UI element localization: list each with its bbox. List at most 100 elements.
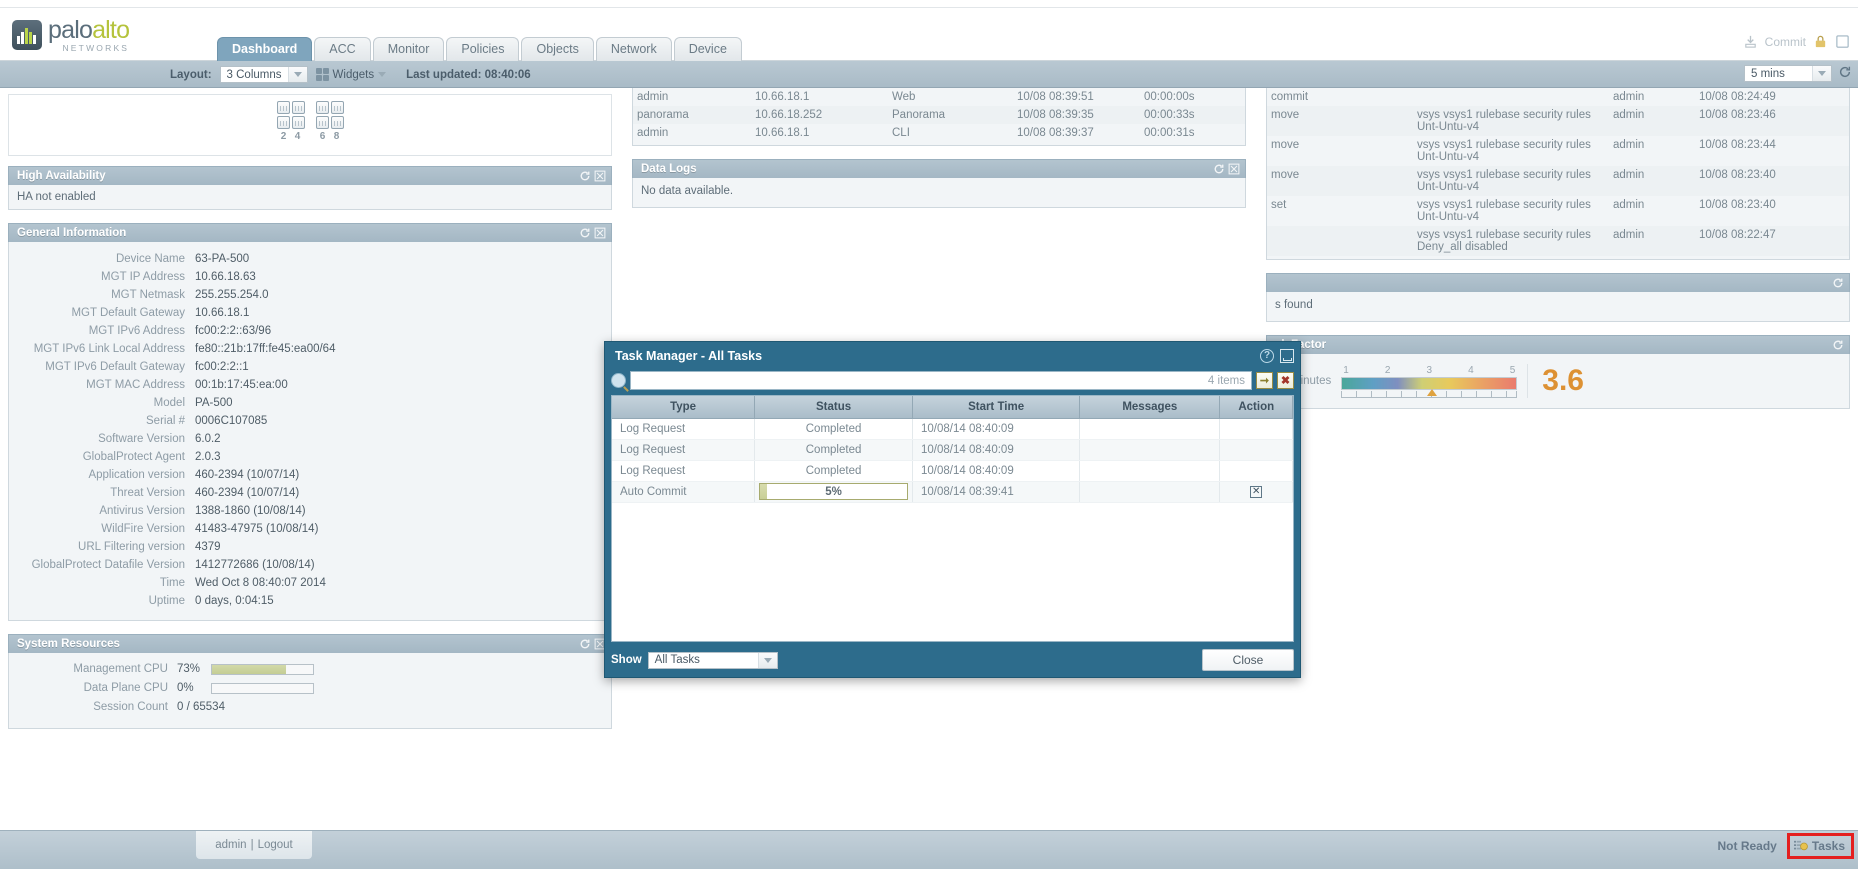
- info-row: TimeWed Oct 8 08:40:07 2014: [17, 574, 603, 592]
- help-icon[interactable]: ?: [1260, 349, 1274, 363]
- column-header-messages[interactable]: Messages: [1080, 396, 1220, 418]
- items-count: 4 items: [1208, 375, 1245, 387]
- info-label: Uptime: [17, 592, 195, 610]
- tab-acc[interactable]: ACC: [314, 37, 370, 61]
- info-value: Wed Oct 8 08:40:07 2014: [195, 574, 326, 592]
- config-detail: vsys vsys1 rulebase security rules Unt-U…: [1413, 196, 1609, 226]
- grid-icon: [316, 68, 329, 81]
- refresh-icon[interactable]: [579, 638, 591, 650]
- table-row: move vsys vsys1 rulebase security rules …: [1267, 136, 1849, 166]
- layout-select-value: 3 Columns: [221, 69, 288, 81]
- info-row: Serial #0006C107085: [17, 412, 603, 430]
- dashboard-column-3: commit admin 10/08 08:24:49 move vsys vs…: [1258, 88, 1858, 422]
- refresh-icon[interactable]: [579, 227, 591, 239]
- refresh-icon[interactable]: [579, 170, 591, 182]
- session-time: 10/08 08:39:35: [1013, 106, 1140, 124]
- refresh-icon[interactable]: [1832, 339, 1844, 351]
- session-time: 10/08 08:39:51: [1013, 88, 1140, 106]
- config-detail: [1413, 88, 1609, 106]
- task-type: Log Request: [612, 418, 755, 439]
- config-admin: admin: [1609, 106, 1695, 136]
- tasks-button[interactable]: Tasks: [1787, 833, 1854, 859]
- config-admin: admin: [1609, 226, 1695, 256]
- layout-select[interactable]: 3 Columns: [220, 66, 308, 83]
- close-icon[interactable]: [1228, 163, 1240, 175]
- layout-thumb-num-4: 4: [295, 131, 301, 142]
- refresh-icon[interactable]: [1838, 65, 1852, 82]
- column-header-action[interactable]: Action: [1220, 396, 1293, 418]
- commit-status: Not Ready: [1718, 839, 1777, 853]
- tab-dashboard[interactable]: Dashboard: [217, 37, 312, 61]
- task-action: ✕: [1220, 481, 1293, 502]
- info-value: fc00:2:2::63/96: [195, 322, 271, 340]
- close-icon[interactable]: [594, 227, 606, 239]
- separator: |: [251, 839, 254, 851]
- search-input[interactable]: 4 items: [630, 371, 1252, 390]
- task-action: [1220, 418, 1293, 439]
- help-icon[interactable]: [1835, 34, 1850, 49]
- column-header-start-time[interactable]: Start Time: [912, 396, 1079, 418]
- table-header-row: Type Status Start Time Messages Action: [612, 396, 1293, 418]
- logout-link[interactable]: Logout: [258, 839, 293, 851]
- info-label: Model: [17, 394, 195, 412]
- widget-body: 60 minutes 1 2 3 4 5 3.6: [1266, 354, 1850, 409]
- tab-policies[interactable]: Policies: [446, 37, 519, 61]
- info-value: fe80::21b:17ff:fe45:ea00/64: [195, 340, 335, 358]
- session-time: 10/08 08:39:37: [1013, 124, 1140, 142]
- chevron-down-icon: [758, 653, 777, 668]
- table-row: Log Request Completed 10/08/14 08:40:09: [612, 439, 1293, 460]
- info-value: 6.0.2: [195, 430, 221, 448]
- column-header-status[interactable]: Status: [755, 396, 913, 418]
- info-label: Threat Version: [17, 484, 195, 502]
- column-header-type[interactable]: Type: [612, 396, 755, 418]
- config-action: set: [1267, 196, 1413, 226]
- admin-sessions-table: admin 10.66.18.1 Web 10/08 08:39:51 00:0…: [633, 88, 1245, 142]
- lock-icon[interactable]: [1813, 34, 1828, 49]
- dialog-title: Task Manager - All Tasks: [615, 349, 762, 363]
- layout-thumb-num-2: 2: [281, 131, 287, 142]
- refresh-icon[interactable]: [1213, 163, 1225, 175]
- close-button[interactable]: Close: [1202, 649, 1294, 671]
- close-icon[interactable]: [594, 170, 606, 182]
- minimize-icon[interactable]: [1280, 349, 1294, 363]
- tasks-label: Tasks: [1812, 839, 1845, 853]
- header-actions: Commit: [1743, 34, 1850, 49]
- tab-device[interactable]: Device: [674, 37, 742, 61]
- show-filter-select[interactable]: All Tasks: [648, 652, 778, 669]
- info-value: 63-PA-500: [195, 250, 249, 268]
- tasks-icon: [1794, 840, 1808, 852]
- commit-label[interactable]: Commit: [1765, 35, 1806, 49]
- session-count-value: 0 / 65534: [177, 698, 225, 717]
- task-grid: Type Status Start Time Messages Action L…: [611, 395, 1294, 642]
- widget-header: General Information: [8, 223, 612, 242]
- clear-filter-button[interactable]: ✖: [1277, 372, 1294, 389]
- top-strip: [0, 0, 1858, 8]
- tab-monitor[interactable]: Monitor: [373, 37, 445, 61]
- config-detail: vsys vsys1 rulebase security rules Unt-U…: [1413, 136, 1609, 166]
- config-time: 10/08 08:24:49: [1695, 88, 1849, 106]
- data-logs-empty-text: No data available.: [641, 185, 1237, 197]
- apply-filter-button[interactable]: ➞: [1256, 372, 1273, 389]
- task-messages: [1080, 460, 1220, 481]
- refresh-icon[interactable]: [1832, 277, 1844, 289]
- tab-network[interactable]: Network: [596, 37, 672, 61]
- risk-value: 3.6: [1527, 364, 1584, 398]
- info-value: 00:1b:17:45:ea:00: [195, 376, 288, 394]
- info-label: WildFire Version: [17, 520, 195, 538]
- cancel-task-icon[interactable]: ✕: [1250, 486, 1262, 498]
- search-icon[interactable]: [611, 373, 626, 388]
- info-value: 0 days, 0:04:15: [195, 592, 274, 610]
- session-ip: 10.66.18.1: [751, 88, 888, 106]
- tab-objects[interactable]: Objects: [521, 37, 593, 61]
- dialog-titlebar[interactable]: Task Manager - All Tasks ?: [605, 342, 1300, 369]
- widget-body: HA not enabled: [8, 185, 612, 210]
- info-value: 41483-47975 (10/08/14): [195, 520, 318, 538]
- widgets-label: Widgets: [333, 69, 375, 81]
- refresh-interval-select[interactable]: 5 mins: [1744, 65, 1832, 82]
- commit-icon[interactable]: [1743, 34, 1758, 49]
- info-row: MGT IP Address10.66.18.63: [17, 268, 603, 286]
- widget-config-logs: commit admin 10/08 08:24:49 move vsys vs…: [1266, 88, 1850, 260]
- layout-thumb-6[interactable]: [316, 101, 344, 129]
- layout-thumb-2[interactable]: [277, 101, 305, 129]
- widgets-menu-button[interactable]: Widgets: [316, 68, 387, 81]
